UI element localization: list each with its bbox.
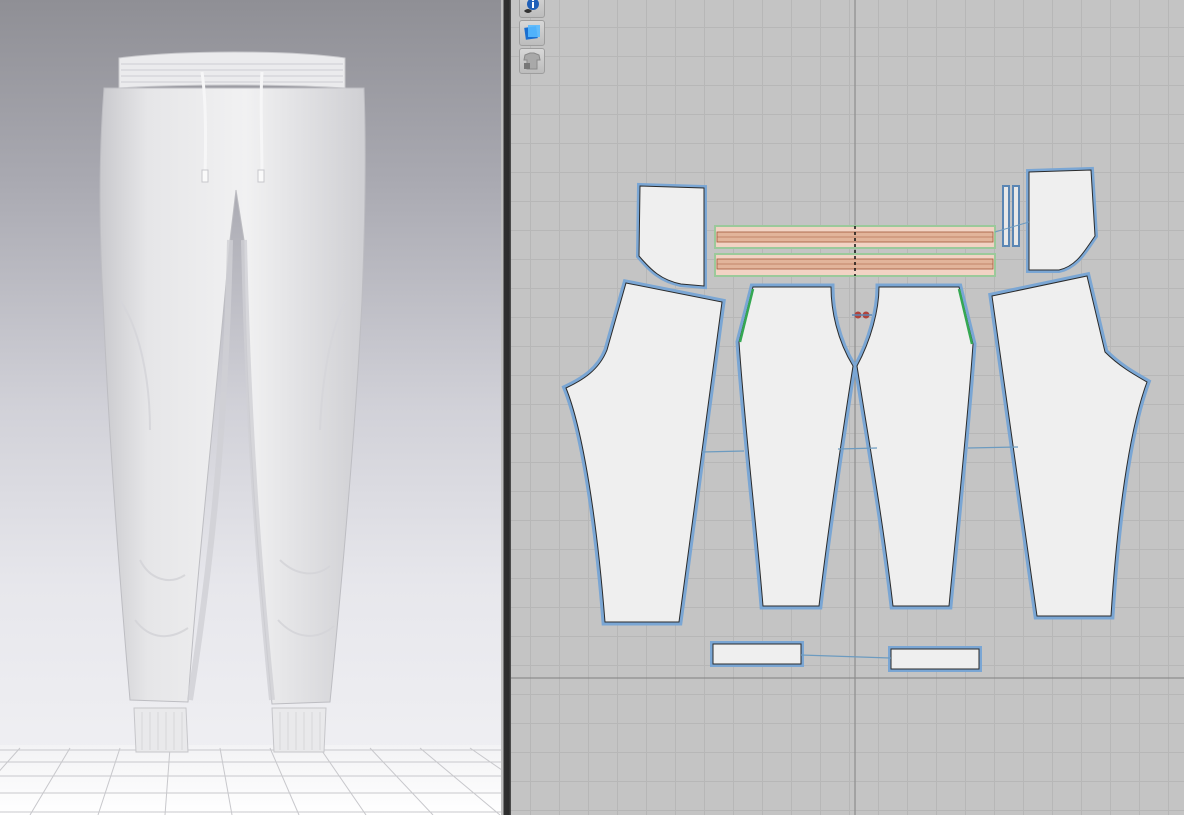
3d-garment-jogger-pants[interactable] (99, 51, 366, 753)
pattern-piece-left-front-leg[interactable] (735, 283, 857, 610)
pattern-piece-drawstring-pair[interactable] (1002, 185, 1020, 247)
2d-pattern-window[interactable] (511, 0, 1184, 815)
pattern-piece-left-pocket-bag[interactable] (635, 182, 707, 290)
pattern-piece-right-pocket-bag[interactable] (1026, 166, 1099, 273)
pattern-piece-right-back-leg[interactable] (988, 271, 1152, 620)
3d-view-window[interactable] (0, 0, 501, 815)
floor-grid (0, 745, 501, 815)
3d-garment-canvas[interactable] (0, 0, 501, 815)
window-splitter[interactable] (501, 0, 511, 815)
pattern-piece-right-front-leg[interactable] (853, 283, 977, 610)
pattern-canvas[interactable] (511, 0, 1184, 815)
pattern-piece-left-back-leg[interactable] (561, 278, 726, 626)
pattern-piece-left-cuff[interactable] (710, 641, 804, 667)
pattern-piece-right-cuff[interactable] (888, 646, 982, 672)
